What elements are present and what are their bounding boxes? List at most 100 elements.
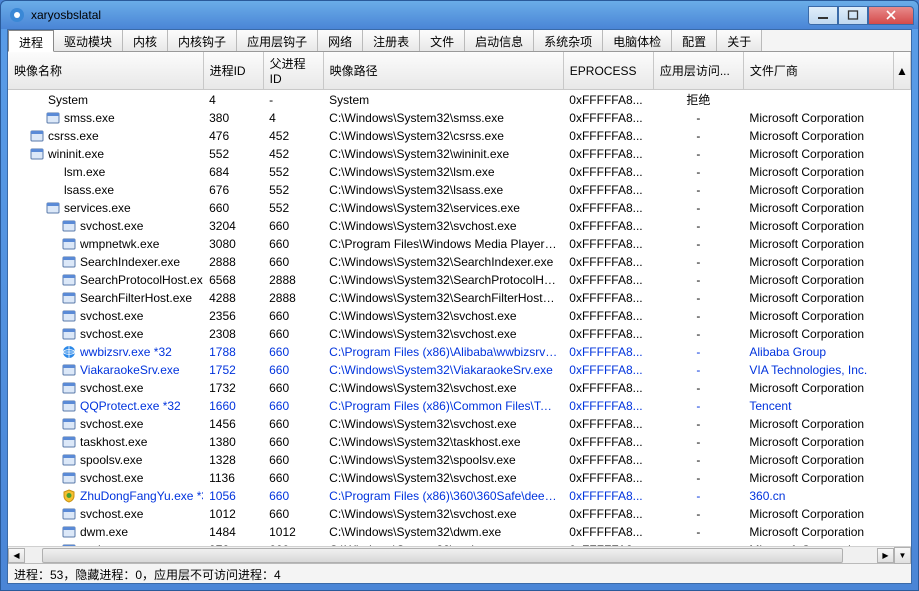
cell: [893, 343, 910, 361]
cell: 660: [263, 505, 323, 523]
cell: 2308: [203, 325, 263, 343]
table-row[interactable]: smss.exe3804C:\Windows\System32\smss.exe…: [8, 109, 911, 127]
tab-12[interactable]: 关于: [717, 30, 762, 51]
cell: 1328: [203, 451, 263, 469]
tab-1[interactable]: 驱动模块: [54, 30, 123, 51]
table-row[interactable]: ZhuDongFangYu.exe *321056660C:\Program F…: [8, 487, 911, 505]
table-row[interactable]: svchost.exe2308660C:\Windows\System32\sv…: [8, 325, 911, 343]
cell: [743, 90, 893, 110]
cell: -: [653, 343, 743, 361]
cell: 0xFFFFFA8...: [563, 127, 653, 145]
titlebar[interactable]: xaryosbslatal: [1, 1, 918, 29]
window-title: xaryosbslatal: [31, 8, 808, 22]
app-icon: [62, 399, 76, 413]
column-header-1[interactable]: 进程ID: [203, 52, 263, 90]
table-row[interactable]: lsm.exe684552C:\Windows\System32\lsm.exe…: [8, 163, 911, 181]
cell: 0xFFFFFA8...: [563, 433, 653, 451]
column-header-3[interactable]: 映像路径: [323, 52, 563, 90]
maximize-button[interactable]: [838, 6, 868, 25]
cell: C:\Windows\System32\services.exe: [323, 199, 563, 217]
client-area: 进程驱动模块内核内核钩子应用层钩子网络注册表文件启动信息系统杂项电脑体检配置关于…: [7, 29, 912, 584]
table-row[interactable]: taskhost.exe1380660C:\Windows\System32\t…: [8, 433, 911, 451]
column-header-5[interactable]: 应用层访问...: [653, 52, 743, 90]
tab-3[interactable]: 内核钩子: [168, 30, 237, 51]
cell: 1752: [203, 361, 263, 379]
cell: 0xFFFFFA8...: [563, 469, 653, 487]
minimize-button[interactable]: [808, 6, 838, 25]
table-row[interactable]: lsass.exe676552C:\Windows\System32\lsass…: [8, 181, 911, 199]
close-button[interactable]: [868, 6, 914, 25]
cell: C:\Windows\System32\svchost.exe: [323, 379, 563, 397]
process-name-cell: csrss.exe: [8, 127, 203, 145]
tab-11[interactable]: 配置: [672, 30, 717, 51]
cell: 1660: [203, 397, 263, 415]
tab-8[interactable]: 启动信息: [465, 30, 534, 51]
table-row[interactable]: QQProtect.exe *321660660C:\Program Files…: [8, 397, 911, 415]
table-row[interactable]: svchost.exe1136660C:\Windows\System32\sv…: [8, 469, 911, 487]
process-name: SearchProtocolHost.exe: [80, 273, 203, 287]
table-row[interactable]: SearchProtocolHost.exe65682888C:\Windows…: [8, 271, 911, 289]
cell: [893, 307, 910, 325]
table-row[interactable]: System4-System0xFFFFFA8...拒绝: [8, 90, 911, 110]
cell: Microsoft Corporation: [743, 181, 893, 199]
table-row[interactable]: wininit.exe552452C:\Windows\System32\win…: [8, 145, 911, 163]
window-controls: [808, 6, 914, 25]
table-row[interactable]: svchost.exe1456660C:\Windows\System32\sv…: [8, 415, 911, 433]
table-row[interactable]: svchost.exe1732660C:\Windows\System32\sv…: [8, 379, 911, 397]
cell: 660: [263, 379, 323, 397]
scroll-right-button[interactable]: ▶: [877, 548, 894, 563]
cell: Microsoft Corporation: [743, 235, 893, 253]
table-row[interactable]: svchost.exe1012660C:\Windows\System32\sv…: [8, 505, 911, 523]
table-row[interactable]: csrss.exe476452C:\Windows\System32\csrss…: [8, 127, 911, 145]
app-icon: [30, 129, 44, 143]
scroll-down-button[interactable]: ▼: [894, 547, 911, 564]
tab-7[interactable]: 文件: [420, 30, 465, 51]
cell: 0xFFFFFA8...: [563, 361, 653, 379]
tab-9[interactable]: 系统杂项: [534, 30, 603, 51]
cell: 6568: [203, 271, 263, 289]
app-icon: [62, 363, 76, 377]
column-header-4[interactable]: EPROCESS: [563, 52, 653, 90]
cell: C:\Windows\System32\lsm.exe: [323, 163, 563, 181]
scroll-thumb[interactable]: [42, 548, 843, 563]
process-table-container[interactable]: 映像名称进程ID父进程ID映像路径EPROCESS应用层访问...文件厂商▲ S…: [8, 52, 911, 546]
globe-icon: [62, 345, 76, 359]
app-icon: [30, 147, 44, 161]
table-row[interactable]: ViakaraokeSrv.exe1752660C:\Windows\Syste…: [8, 361, 911, 379]
table-row[interactable]: SearchFilterHost.exe42882888C:\Windows\S…: [8, 289, 911, 307]
column-header-6[interactable]: 文件厂商: [743, 52, 893, 90]
table-row[interactable]: svchost.exe2356660C:\Windows\System32\sv…: [8, 307, 911, 325]
cell: 1056: [203, 487, 263, 505]
table-row[interactable]: spoolsv.exe1328660C:\Windows\System32\sp…: [8, 451, 911, 469]
cell: 360.cn: [743, 487, 893, 505]
table-row[interactable]: services.exe660552C:\Windows\System32\se…: [8, 199, 911, 217]
tab-5[interactable]: 网络: [318, 30, 363, 51]
table-row[interactable]: wwbizsrv.exe *321788660C:\Program Files …: [8, 343, 911, 361]
cell: 0xFFFFFA8...: [563, 109, 653, 127]
scroll-track[interactable]: [25, 548, 877, 563]
cell: 660: [263, 217, 323, 235]
table-row[interactable]: dwm.exe14841012C:\Windows\System32\dwm.e…: [8, 523, 911, 541]
table-row[interactable]: svchost.exe3204660C:\Windows\System32\sv…: [8, 217, 911, 235]
scroll-left-button[interactable]: ◀: [8, 548, 25, 563]
column-header-0[interactable]: 映像名称: [8, 52, 203, 90]
tab-0[interactable]: 进程: [8, 30, 54, 52]
column-header-2[interactable]: 父进程ID: [263, 52, 323, 90]
app-icon: [62, 327, 76, 341]
tab-4[interactable]: 应用层钩子: [237, 30, 318, 51]
horizontal-scrollbar[interactable]: ◀ ▶ ▼: [8, 546, 911, 563]
cell: C:\Windows\System32\smss.exe: [323, 109, 563, 127]
tab-6[interactable]: 注册表: [363, 30, 420, 51]
cell: -: [653, 433, 743, 451]
cell: 660: [263, 397, 323, 415]
scroll-up-button[interactable]: ▲: [893, 52, 910, 90]
tab-10[interactable]: 电脑体检: [603, 30, 672, 51]
none-icon: [46, 165, 60, 179]
table-row[interactable]: wmpnetwk.exe3080660C:\Program Files\Wind…: [8, 235, 911, 253]
cell: 3080: [203, 235, 263, 253]
cell: 676: [203, 181, 263, 199]
cell: C:\Windows\System32\csrss.exe: [323, 127, 563, 145]
tab-2[interactable]: 内核: [123, 30, 168, 51]
table-row[interactable]: SearchIndexer.exe2888660C:\Windows\Syste…: [8, 253, 911, 271]
process-name: dwm.exe: [80, 525, 128, 539]
